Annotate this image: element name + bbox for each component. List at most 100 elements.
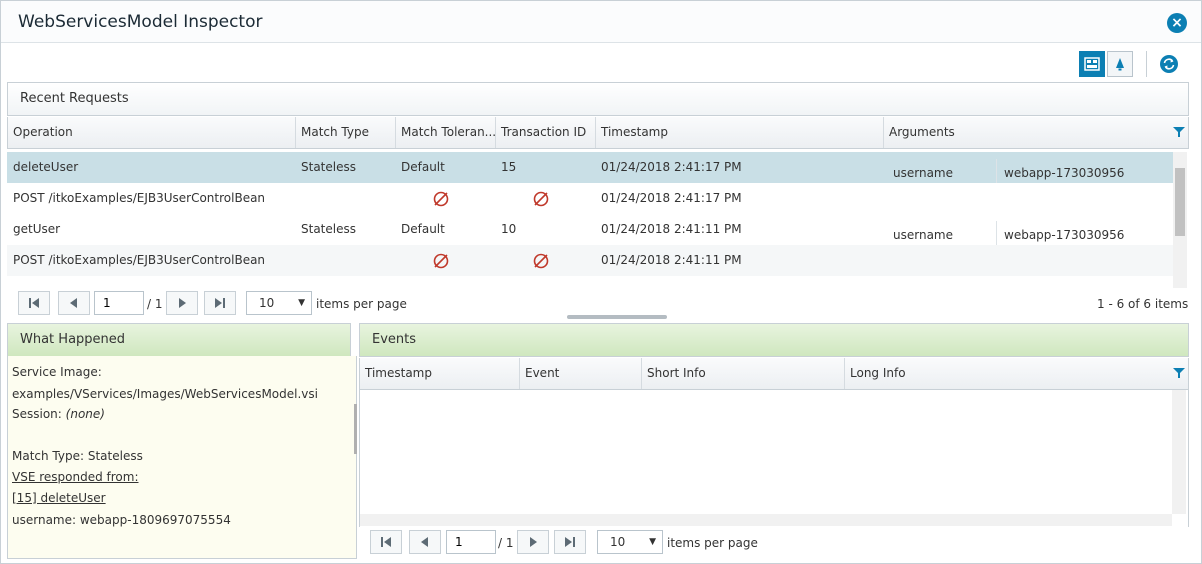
- events-page-size-value: 10: [610, 535, 626, 549]
- cell-operation: deleteUser: [13, 160, 79, 174]
- column-event-timestamp[interactable]: Timestamp: [360, 358, 520, 389]
- next-page-button[interactable]: [166, 291, 198, 315]
- recent-requests-column-header: Operation Match Type Match Toleran... Tr…: [7, 117, 1189, 149]
- column-event[interactable]: Event: [520, 358, 642, 389]
- bell-icon: [1116, 58, 1124, 71]
- username-line: username: webapp-1809697075554: [12, 513, 231, 527]
- table-row[interactable]: getUser Stateless Default 10 01/24/2018 …: [7, 214, 1173, 245]
- session-line: Session: (none): [12, 407, 105, 421]
- page-size-select[interactable]: 10 ▼: [246, 291, 312, 315]
- grid-view-icon: [1084, 57, 1100, 71]
- requests-scrollbar-thumb[interactable]: [1175, 168, 1185, 236]
- inspector-dialog: WebServicesModel Inspector × Recent Requ…: [0, 0, 1202, 564]
- cell-match-type: Stateless: [301, 160, 356, 174]
- what-happened-body: Service Image: examples/VServices/Images…: [7, 356, 357, 559]
- next-page-icon: [530, 537, 537, 547]
- events-page-number-input[interactable]: [446, 530, 496, 554]
- events-previous-page-button[interactable]: [409, 530, 441, 554]
- what-happened-header: What Happened: [7, 323, 351, 357]
- filter-icon[interactable]: [1172, 125, 1186, 139]
- dialog-title: WebServicesModel Inspector: [18, 12, 263, 32]
- session-label: Session:: [12, 407, 62, 421]
- previous-page-button[interactable]: [58, 291, 90, 315]
- events-next-page-button[interactable]: [517, 530, 549, 554]
- cell-arg-value: webapp-173030956: [1004, 166, 1125, 180]
- table-row[interactable]: POST /itkoExamples/EJB3UserControlBean 0…: [7, 183, 1173, 214]
- items-summary: 1 - 6 of 6 items: [1097, 297, 1189, 311]
- column-match-tolerance[interactable]: Match Toleran...: [396, 117, 496, 148]
- null-value-icon: [433, 253, 449, 269]
- close-button[interactable]: ×: [1167, 13, 1187, 33]
- what-happened-scrollbar-thumb[interactable]: [354, 404, 357, 454]
- recent-requests-header: Recent Requests: [7, 82, 1189, 116]
- events-first-page-button[interactable]: [370, 530, 402, 554]
- panel-splitter[interactable]: [567, 315, 667, 319]
- column-match-type[interactable]: Match Type: [296, 117, 396, 148]
- alerts-button[interactable]: [1107, 51, 1133, 77]
- filter-icon[interactable]: [1172, 366, 1186, 380]
- events-page-size-select[interactable]: 10 ▼: [597, 530, 663, 554]
- toolbar-separator: [1146, 51, 1147, 77]
- refresh-button[interactable]: [1156, 51, 1182, 77]
- column-short-info[interactable]: Short Info: [642, 358, 845, 389]
- events-last-page-button[interactable]: [554, 530, 586, 554]
- cell-timestamp: 01/24/2018 2:41:11 PM: [601, 253, 742, 267]
- page-count-label: / 1: [147, 297, 163, 311]
- last-page-button[interactable]: [204, 291, 236, 315]
- first-page-icon: [29, 298, 39, 308]
- cell-transaction-id: 10: [501, 222, 517, 236]
- events-horizontal-scrollbar[interactable]: [360, 514, 1172, 526]
- responded-item-link[interactable]: [15] deleteUser: [12, 491, 106, 505]
- service-image-value: examples/VServices/Images/WebServicesMod…: [12, 387, 318, 401]
- page-size-value: 10: [259, 296, 275, 310]
- cell-match-tolerance: Default: [401, 160, 445, 174]
- cell-operation: POST /itkoExamples/EJB3UserControlBean: [13, 253, 266, 267]
- cell-arg-name: username: [883, 221, 997, 245]
- first-page-button[interactable]: [18, 291, 50, 315]
- column-long-info[interactable]: Long Info: [845, 358, 1170, 389]
- first-page-icon: [381, 537, 391, 547]
- page-number-input[interactable]: [94, 291, 144, 315]
- next-page-icon: [179, 298, 186, 308]
- cell-timestamp: 01/24/2018 2:41:17 PM: [601, 160, 742, 174]
- cell-transaction-id: 15: [501, 160, 517, 174]
- title-bar: WebServicesModel Inspector ×: [1, 1, 1201, 43]
- null-value-icon: [533, 191, 549, 207]
- refresh-icon: [1160, 55, 1178, 73]
- column-timestamp[interactable]: Timestamp: [596, 117, 884, 148]
- column-transaction-id[interactable]: Transaction ID: [496, 117, 596, 148]
- cell-arg-value: webapp-173030956: [1004, 228, 1125, 242]
- events-grid-body: [359, 390, 1189, 527]
- previous-page-icon: [421, 537, 428, 547]
- last-page-icon: [565, 537, 575, 547]
- events-scrollbar[interactable]: [1172, 390, 1186, 514]
- vse-responded-link[interactable]: VSE responded from:: [12, 470, 139, 484]
- cell-timestamp: 01/24/2018 2:41:17 PM: [601, 191, 742, 205]
- table-row[interactable]: deleteUser Stateless Default 15 01/24/20…: [7, 152, 1173, 183]
- session-value: (none): [65, 407, 105, 421]
- null-value-icon: [433, 191, 449, 207]
- chevron-down-icon: ▼: [649, 537, 656, 547]
- cell-match-tolerance: Default: [401, 222, 445, 236]
- cell-operation: POST /itkoExamples/EJB3UserControlBean: [13, 191, 266, 205]
- cell-arg-name: username: [883, 159, 997, 183]
- chevron-down-icon: ▼: [298, 298, 305, 308]
- cell-operation: getUser: [13, 222, 61, 236]
- requests-scrollbar[interactable]: [1173, 152, 1187, 288]
- cell-timestamp: 01/24/2018 2:41:11 PM: [601, 222, 742, 236]
- match-type-line: Match Type: Stateless: [12, 449, 143, 463]
- null-value-icon: [533, 253, 549, 269]
- grid-view-button[interactable]: [1079, 51, 1105, 77]
- events-page-count-label: / 1: [498, 536, 514, 550]
- events-header: Events: [359, 323, 1189, 357]
- table-row[interactable]: POST /itkoExamples/EJB3UserControlBean 0…: [7, 245, 1173, 276]
- items-per-page-label: items per page: [316, 297, 407, 311]
- previous-page-icon: [70, 298, 77, 308]
- column-arguments[interactable]: Arguments: [884, 117, 1168, 148]
- column-operation[interactable]: Operation: [8, 117, 296, 148]
- cell-match-type: Stateless: [301, 222, 356, 236]
- events-items-per-page-label: items per page: [667, 536, 758, 550]
- service-image-label: Service Image:: [12, 365, 102, 379]
- last-page-icon: [215, 298, 225, 308]
- events-column-header: Timestamp Event Short Info Long Info: [359, 358, 1189, 390]
